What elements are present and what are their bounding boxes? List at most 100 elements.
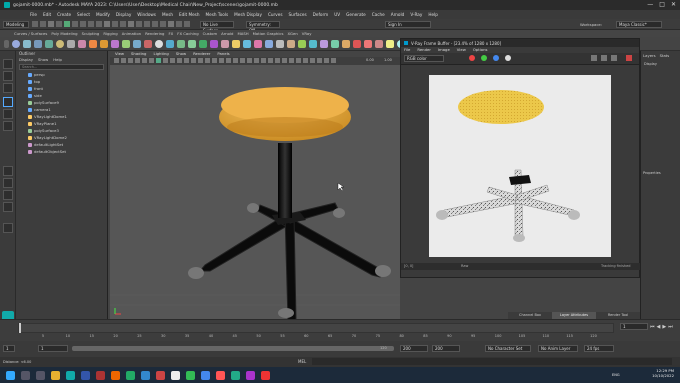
shelf-tab-rendering[interactable]: Rendering <box>145 31 164 36</box>
menu-mesh-tools[interactable]: Mesh Tools <box>206 12 229 17</box>
separate-icon[interactable] <box>188 39 196 48</box>
pipe-icon[interactable] <box>122 39 130 48</box>
timeline-track[interactable] <box>18 323 614 333</box>
save-image-icon[interactable] <box>591 55 597 61</box>
outliner-item[interactable]: polySurface3 <box>28 127 107 134</box>
outliner-search-input[interactable]: Search... <box>19 64 104 70</box>
app-icon-4[interactable] <box>216 370 225 380</box>
outliner-item[interactable]: top <box>28 78 107 85</box>
go-end-icon[interactable]: ⏭ <box>668 324 673 330</box>
illustrator-icon[interactable] <box>111 370 120 380</box>
tab-layers[interactable]: Layers <box>643 53 656 58</box>
app-icon-7[interactable] <box>261 370 270 380</box>
shelf-tab-motion-graphics[interactable]: Motion Graphics <box>253 31 284 36</box>
menu-windows[interactable]: Windows <box>137 12 156 17</box>
move-tool-icon[interactable] <box>3 97 13 107</box>
shelf-tab-sculpting[interactable]: Sculpting <box>82 31 100 36</box>
smooth-icon[interactable] <box>199 39 207 48</box>
shelf-tab-poly-modeling[interactable]: Poly Modeling <box>51 31 77 36</box>
menu-curves[interactable]: Curves <box>268 12 283 17</box>
range-slider[interactable] <box>72 346 394 351</box>
soccer-ball-icon[interactable] <box>155 39 163 48</box>
multicut-icon[interactable] <box>276 39 284 48</box>
menu-deform[interactable]: Deform <box>313 12 329 17</box>
chrome-icon[interactable] <box>171 370 180 380</box>
menu-surfaces[interactable]: Surfaces <box>289 12 307 17</box>
shelf-tab-curves-surfaces[interactable]: Curves / Surfaces <box>14 31 47 36</box>
ipr-icon[interactable] <box>364 39 372 48</box>
quad-draw-icon[interactable] <box>298 39 306 48</box>
channel-dropdown[interactable]: RGB color <box>404 55 444 62</box>
tab-layer-attributes[interactable]: Layer Attributes <box>552 312 596 319</box>
menu-edit[interactable]: Edit <box>43 12 51 17</box>
render-settings-icon[interactable] <box>375 39 383 48</box>
app-icon-6[interactable] <box>246 370 255 380</box>
blue-channel-icon[interactable] <box>493 55 499 61</box>
shelf-tab-vray[interactable]: VRay <box>302 31 312 36</box>
tab-stats[interactable]: Stats <box>660 53 670 58</box>
symmetry-dropdown[interactable]: Symmetry: Off <box>246 21 280 33</box>
combine-icon[interactable] <box>177 39 185 48</box>
shelf-tab-custom[interactable]: Custom <box>203 31 218 36</box>
viewport-value-2[interactable]: 1.00 <box>384 58 392 62</box>
outliner-item[interactable]: side <box>28 92 107 99</box>
paint-select-icon[interactable] <box>3 83 13 93</box>
photoshop-icon[interactable] <box>81 370 90 380</box>
time-cursor[interactable] <box>19 323 21 333</box>
anim-layer-dropdown[interactable]: No Anim Layer <box>538 345 578 352</box>
green-channel-icon[interactable] <box>481 55 487 61</box>
tray-date[interactable]: 10/10/2022 <box>652 373 674 378</box>
outliner-menu-help[interactable]: Help <box>53 57 62 63</box>
bridge-icon[interactable] <box>243 39 251 48</box>
whatsapp-icon[interactable] <box>186 370 195 380</box>
windows-start-icon[interactable] <box>6 370 15 380</box>
time-slider[interactable]: 5 10 15 20 25 30 35 40 45 50 55 60 65 70 75 80 85 90 95 100… <box>0 319 680 341</box>
gear-mesh-icon[interactable] <box>144 39 152 48</box>
plane-icon[interactable] <box>67 39 75 48</box>
svg-icon[interactable] <box>166 39 174 48</box>
disc-icon[interactable] <box>78 39 86 48</box>
display-item[interactable]: Display <box>641 60 680 68</box>
menu-v-ray[interactable]: V-Ray <box>410 12 422 17</box>
shelf-tab-rigging[interactable]: Rigging <box>103 31 117 36</box>
search-icon[interactable] <box>21 370 30 380</box>
app-icon-3[interactable] <box>201 370 210 380</box>
helix-icon[interactable] <box>133 39 141 48</box>
outliner-item[interactable]: camera1 <box>28 106 107 113</box>
properties-item[interactable]: Properties <box>643 171 661 175</box>
bevel-icon[interactable] <box>254 39 262 48</box>
live-surface-dropdown[interactable]: No Live Surface <box>200 21 234 33</box>
clear-image-icon[interactable] <box>601 55 607 61</box>
layout-single-icon[interactable] <box>3 166 13 176</box>
platonic-icon[interactable] <box>89 39 97 48</box>
sphere-icon[interactable] <box>12 39 20 48</box>
minimize-button[interactable]: — <box>647 1 653 8</box>
close-button[interactable]: ✕ <box>671 1 676 8</box>
play-icon[interactable]: ▶ <box>662 324 666 330</box>
acrobat-icon[interactable] <box>96 370 105 380</box>
shelf-tab-arnold[interactable]: Arnold <box>221 31 233 36</box>
boolean-icon[interactable] <box>210 39 218 48</box>
outliner-item[interactable]: VRayLightDome1 <box>28 113 107 120</box>
edge-icon[interactable] <box>141 370 150 380</box>
shelf-settings-icon[interactable] <box>4 39 9 48</box>
outliner-item[interactable]: VRayPlane1 <box>28 120 107 127</box>
mode-dropdown[interactable]: Modeling <box>3 21 29 28</box>
shelf-tab-animation[interactable]: Animation <box>122 31 141 36</box>
hypershade-icon[interactable] <box>342 39 350 48</box>
maya-taskbar-icon[interactable] <box>66 370 75 380</box>
outliner-item[interactable]: VRayLightDome2 <box>28 134 107 141</box>
auto-map-icon[interactable] <box>331 39 339 48</box>
character-set-dropdown[interactable]: No Character Set <box>485 345 531 352</box>
menu-uv[interactable]: UV <box>334 12 340 17</box>
menu-cache[interactable]: Cache <box>372 12 385 17</box>
scene-view[interactable]: camera1 <box>110 65 400 326</box>
current-frame-field[interactable]: 1 <box>620 323 648 330</box>
shelf-tab-xgen[interactable]: XGen <box>287 31 297 36</box>
rotate-tool-icon[interactable] <box>3 109 13 119</box>
outliner-item[interactable]: polySurface9 <box>28 99 107 106</box>
menu-file[interactable]: File <box>30 12 37 17</box>
select-tool-icon[interactable] <box>3 59 13 69</box>
outliner-menu-show[interactable]: Show <box>38 57 48 63</box>
stop-render-icon[interactable] <box>626 55 632 61</box>
